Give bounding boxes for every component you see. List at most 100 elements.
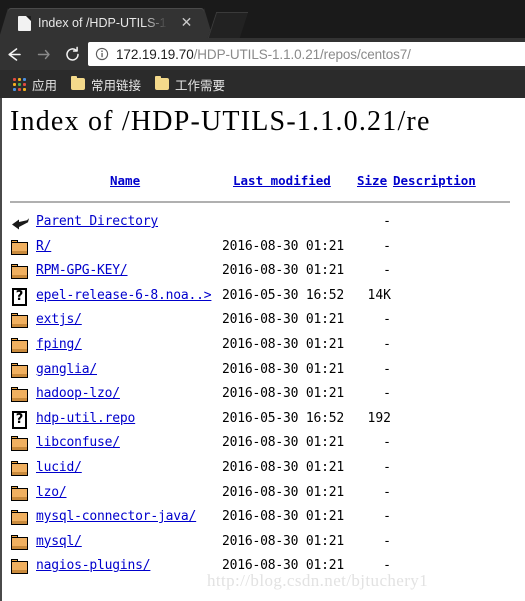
reload-icon <box>63 45 82 64</box>
new-tab-button[interactable] <box>207 12 249 38</box>
file-modified: 2016-08-30 01:21 <box>222 484 345 500</box>
table-row: ? epel-release-6-8.noa..> 2016-05-30 16:52… <box>0 285 525 310</box>
file-size: 14K <box>367 287 391 303</box>
table-row: Parent Directory - <box>0 211 525 236</box>
table-row: RPM-GPG-KEY/2016-08-30 01:21 - <box>0 260 525 285</box>
bookmark-folder-2[interactable]: 工作需要 <box>149 73 231 95</box>
reload-button[interactable] <box>58 38 87 70</box>
file-size: - <box>383 558 391 574</box>
file-link[interactable]: fping/ <box>36 337 82 352</box>
table-row: fping/2016-08-30 01:21 - <box>0 334 525 359</box>
folder-icon <box>11 239 31 257</box>
file-link[interactable]: hdp-util.repo <box>36 411 135 426</box>
folder-icon <box>11 558 31 576</box>
table-row: hadoop-lzo/2016-08-30 01:21 - <box>0 383 525 408</box>
listing-column-headers: Name Last modified Size Description <box>0 173 525 193</box>
folder-icon <box>11 509 31 527</box>
sort-by-description-link[interactable]: Description <box>393 173 476 188</box>
file-size: - <box>383 336 391 352</box>
sort-by-size-link[interactable]: Size <box>357 173 387 188</box>
table-row: lucid/2016-08-30 01:21 - <box>0 457 525 482</box>
file-size: - <box>383 312 391 328</box>
file-size: - <box>383 435 391 451</box>
folder-icon <box>11 435 31 453</box>
address-bar[interactable]: 172.19.19.70/HDP-UTILS-1.1.0.21/repos/ce… <box>88 42 525 66</box>
folder-icon <box>11 460 31 478</box>
file-link[interactable]: mysql/ <box>36 534 82 549</box>
file-size: 192 <box>367 410 391 426</box>
apps-grid-icon <box>13 77 26 91</box>
unknown-file-icon: ? <box>11 287 31 306</box>
page-title: Index of /HDP-UTILS-1.1.0.21/re <box>10 106 431 137</box>
file-link[interactable]: Parent Directory <box>36 214 158 229</box>
file-size: - <box>383 361 391 377</box>
url-host: 172.19.19.70 <box>116 46 194 62</box>
back-button[interactable] <box>0 38 29 70</box>
file-link[interactable]: RPM-GPG-KEY/ <box>36 263 128 278</box>
file-size: - <box>383 484 391 500</box>
file-modified: 2016-08-30 01:21 <box>222 386 345 402</box>
table-row: ? hdp-util.repo 2016-05-30 16:52 192 <box>0 408 525 433</box>
file-modified: 2016-08-30 01:21 <box>222 336 345 352</box>
file-link[interactable]: ganglia/ <box>36 362 97 377</box>
file-link[interactable]: extjs/ <box>36 312 82 327</box>
file-size: - <box>383 459 391 475</box>
folder-icon <box>11 534 31 552</box>
sort-by-name-link[interactable]: Name <box>110 173 140 188</box>
browser-tab[interactable]: Index of /HDP-UTILS-1 ✕ <box>0 8 213 38</box>
file-modified: 2016-08-30 01:21 <box>222 509 345 525</box>
file-modified: 2016-05-30 16:52 <box>222 287 345 303</box>
browser-toolbar: 172.19.19.70/HDP-UTILS-1.1.0.21/repos/ce… <box>0 38 525 70</box>
file-size: - <box>383 263 391 279</box>
bookmark-label: 工作需要 <box>175 78 226 93</box>
file-size: - <box>383 214 391 229</box>
file-modified: 2016-08-30 01:21 <box>222 533 345 549</box>
bookmark-folder-1[interactable]: 常用链接 <box>65 73 147 95</box>
tab-title: Index of /HDP-UTILS-1 <box>38 16 167 30</box>
tab-strip: Index of /HDP-UTILS-1 ✕ <box>0 0 525 38</box>
parent-directory-icon <box>11 214 31 232</box>
sort-by-last-modified-link[interactable]: Last modified <box>233 173 331 188</box>
table-row: extjs/2016-08-30 01:21 - <box>0 309 525 334</box>
file-link[interactable]: lucid/ <box>36 460 82 475</box>
bookmark-label: 常用链接 <box>91 78 142 93</box>
table-row: mysql/2016-08-30 01:21 - <box>0 531 525 556</box>
file-modified: 2016-05-30 16:52 <box>222 410 345 426</box>
unknown-file-icon: ? <box>11 410 31 429</box>
file-modified: 2016-08-30 01:21 <box>222 312 345 328</box>
file-size: - <box>383 533 391 549</box>
directory-listing: Parent Directory - R/2016-08-30 01:21- RPM-… <box>0 211 525 580</box>
file-link[interactable]: hadoop-lzo/ <box>36 386 120 401</box>
file-link[interactable]: nagios-plugins/ <box>36 558 151 573</box>
browser-window: Index of /HDP-UTILS-1 ✕ 172.19.19.70/HDP… <box>0 0 525 98</box>
folder-icon <box>11 263 31 281</box>
page-content: Index of /HDP-UTILS-1.1.0.21/re Name Las… <box>0 98 525 601</box>
folder-icon <box>11 386 31 404</box>
table-row: lzo/2016-08-30 01:21 - <box>0 482 525 507</box>
file-link[interactable]: R/ <box>36 239 51 254</box>
url-path: /HDP-UTILS-1.1.0.21/repos/centos7/ <box>193 46 411 62</box>
table-row: ganglia/2016-08-30 01:21 - <box>0 359 525 384</box>
address-bar-url: 172.19.19.70/HDP-UTILS-1.1.0.21/repos/ce… <box>116 47 411 62</box>
folder-icon <box>11 337 31 355</box>
bookmark-apps[interactable]: 应用 <box>7 73 63 95</box>
file-link[interactable]: lzo/ <box>36 485 67 500</box>
folder-icon <box>11 485 31 503</box>
info-circle-icon[interactable] <box>95 47 109 61</box>
file-link[interactable]: epel-release-6-8.noa..> <box>36 288 212 303</box>
close-tab-icon[interactable]: ✕ <box>179 15 194 30</box>
file-modified: 2016-08-30 01:21 <box>222 263 345 279</box>
bookmark-label: 应用 <box>32 78 58 93</box>
bookmarks-bar: 应用 常用链接 工作需要 <box>0 70 525 98</box>
table-row: R/2016-08-30 01:21 - <box>0 236 525 261</box>
folder-icon <box>11 312 31 330</box>
forward-arrow-icon <box>34 45 53 64</box>
forward-button[interactable] <box>29 38 58 70</box>
header-divider <box>10 201 510 203</box>
file-link[interactable]: libconfuse/ <box>36 435 120 450</box>
page-favicon-icon <box>18 15 31 31</box>
file-modified: 2016-08-30 01:21 <box>222 558 345 574</box>
file-size: - <box>383 509 391 525</box>
file-modified: 2016-08-30 01:21 <box>222 435 345 451</box>
file-link[interactable]: mysql-connector-java/ <box>36 509 196 524</box>
